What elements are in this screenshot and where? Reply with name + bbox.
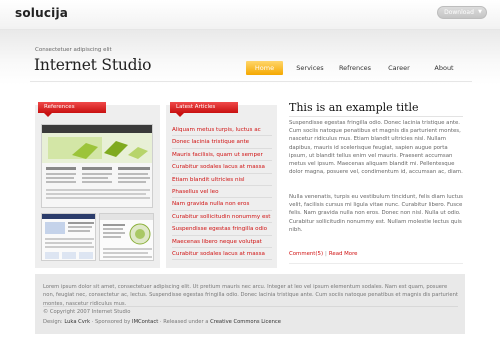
article-link[interactable]: Curabitur sodales lacus at massa (172, 248, 272, 261)
article-link[interactable]: Aliquam metus turpis, luctus ac (172, 124, 272, 137)
site-tagline: Consectetuer adipiscing elit (35, 47, 112, 53)
article-link[interactable]: Nam gravida nulla non eros (172, 198, 272, 211)
latest-articles-heading: Latest Articles (170, 102, 238, 117)
article-link[interactable]: Curabitur sodales lacus at massa (172, 161, 272, 174)
copyright-text: © Copyright 2007 Internet Studio (43, 309, 131, 315)
footer-credits: Design: Luka Cvrk · Sponsored by IMConta… (43, 319, 281, 325)
article-link[interactable]: Phasellus vel leo (172, 186, 272, 199)
design-label: Design: (43, 319, 63, 325)
sponsor-link[interactable]: IMContact (132, 319, 158, 325)
reference-thumbnail-small-2[interactable] (99, 213, 154, 261)
article-link[interactable]: Curabitur sollicitudin nonummy est (172, 211, 272, 224)
nav-item-about[interactable]: About (430, 61, 458, 75)
article-paragraph-2: Nulla venenatis, turpis eu vestibulum ti… (289, 194, 463, 233)
footer-divider (43, 306, 458, 307)
article-list: Aliquam metus turpis, luctus ac Donec la… (172, 124, 272, 261)
license-label: · Released under a (159, 319, 209, 325)
website-screenshot-image (42, 125, 152, 207)
title-divider (289, 116, 463, 117)
chevron-down-icon: ▼ (478, 9, 482, 15)
reference-thumbnail-large[interactable] (41, 124, 153, 208)
website-screenshot-image (42, 214, 95, 260)
license-link[interactable]: Creative Commons Licence (210, 319, 281, 325)
article-link[interactable]: Suspendisse egestas fringilla odio (172, 223, 272, 236)
meta-separator: | (325, 251, 327, 257)
site-logo[interactable]: solucija (15, 6, 68, 20)
nav-item-career[interactable]: Career (384, 61, 414, 75)
nav-item-home[interactable]: Home (246, 61, 283, 75)
website-screenshot-image (100, 214, 153, 260)
references-heading: References (38, 102, 106, 117)
article-divider (289, 263, 463, 264)
page-title: Internet Studio (34, 56, 152, 74)
article-link[interactable]: Maecenas libero neque volutpat (172, 236, 272, 248)
top-bar: solucija Download ▼ (0, 0, 500, 30)
comments-link[interactable]: Comment(5) (289, 251, 323, 257)
article-link[interactable]: Mauris facilisis, quam ut semper (172, 149, 272, 162)
article-meta: Comment(5) | Read More (289, 251, 358, 257)
designer-link[interactable]: Luka Cvrk (64, 319, 90, 325)
nav-item-services[interactable]: Services (294, 61, 326, 75)
article-title: This is an example title (289, 101, 419, 114)
article-paragraph-1: Suspendisse egestas fringilla odio. Done… (289, 120, 463, 176)
sponsored-label: · Sponsored by (91, 319, 131, 325)
download-label: Download (444, 9, 474, 16)
footer-text: Lorem ipsum dolor sit amet, consectetuer… (43, 284, 458, 307)
article-link[interactable]: Etiam blandit ultricies nisl (172, 174, 272, 186)
download-button[interactable]: Download ▼ (437, 6, 487, 19)
nav-item-refrences[interactable]: Refrences (337, 61, 373, 75)
footer: Lorem ipsum dolor sit amet, consectetuer… (35, 274, 465, 334)
read-more-link[interactable]: Read More (329, 251, 358, 257)
article-link[interactable]: Donec lacinia tristique ante (172, 136, 272, 149)
reference-thumbnail-small-1[interactable] (41, 213, 96, 261)
